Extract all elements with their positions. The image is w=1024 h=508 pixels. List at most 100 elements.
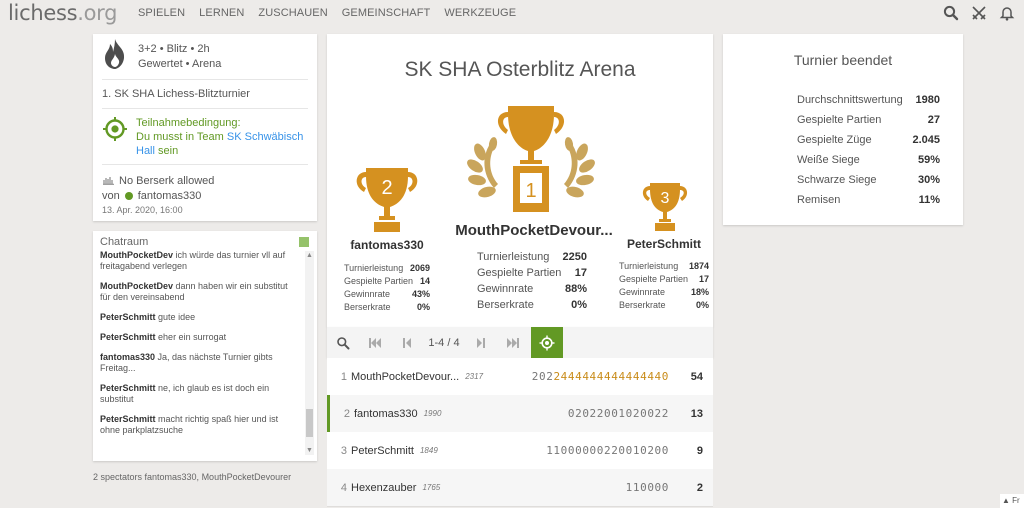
chat-user[interactable]: PeterSchmitt	[100, 414, 156, 424]
stat-row: Gewinnrate 18%	[619, 286, 709, 299]
podium-first-name[interactable]: MouthPocketDevour...	[445, 222, 623, 239]
stat-value: 0%	[416, 302, 430, 312]
first-page-button[interactable]	[359, 327, 391, 358]
scroll-up-icon[interactable]: ▲	[305, 251, 314, 260]
chat-user[interactable]: fantomas330	[100, 352, 155, 362]
chat-message: PeterSchmitt ne, ich glaub es ist doch e…	[100, 383, 300, 405]
row-rank: 2	[343, 407, 350, 420]
podium-third-name[interactable]: PeterSchmitt	[619, 237, 709, 251]
stat-row: Gespielte Partien 14	[344, 275, 430, 288]
chat-toggle[interactable]	[299, 237, 309, 247]
mode-line: Gewertet • Arena	[138, 57, 222, 70]
podium-box: SK SHA Osterblitz Arena 1 2 3 MouthPocke…	[327, 34, 713, 327]
condition-text: Teilnahmebedingung: Du musst in Team SK …	[136, 116, 308, 157]
language-button[interactable]: ▲ Fr	[1000, 494, 1024, 508]
ended-row: Remisen 11%	[797, 190, 940, 210]
chat-box: Chatraum MouthPocketDev ich würde das tu…	[93, 231, 317, 461]
nav-learn[interactable]: LERNEN	[199, 7, 244, 19]
row-sheet: 11000000220010200	[546, 444, 669, 457]
ended-value: 30%	[917, 174, 940, 186]
next-page-button[interactable]	[465, 327, 497, 358]
stat-row: Berserkrate 0%	[477, 297, 587, 313]
stat-row: Gewinnrate 88%	[477, 281, 587, 297]
stat-value: 0%	[695, 300, 709, 310]
chat-message: PeterSchmitt gute idee	[100, 312, 300, 323]
tournament-name: 1. SK SHA Lichess-Blitzturnier	[102, 80, 308, 109]
search-icon	[337, 336, 350, 349]
nav-play[interactable]: SPIELEN	[138, 7, 185, 19]
row-sheet: 110000	[626, 481, 669, 494]
chat-scrollbar[interactable]: ▲ ▼	[305, 251, 314, 455]
by-label: von	[102, 190, 120, 202]
stat-value: 88%	[564, 283, 587, 295]
row-rating: 1765	[422, 483, 441, 492]
scroll-down-icon[interactable]: ▼	[305, 446, 314, 455]
row-sheet: 02022001020022	[568, 407, 669, 420]
table-row[interactable]: 1 MouthPocketDevour... 2317 202244444444…	[327, 358, 713, 395]
ended-label: Schwarze Siege	[797, 174, 877, 186]
ended-label: Weiße Siege	[797, 154, 860, 166]
ended-value: 59%	[917, 154, 940, 166]
stat-row: Turnierleistung 1874	[619, 260, 709, 273]
bell-icon[interactable]	[998, 4, 1016, 22]
stat-value: 17	[698, 274, 709, 284]
scroll-thumb[interactable]	[306, 409, 313, 437]
stat-row: Turnierleistung 2069	[344, 262, 430, 275]
trophy-second-icon: 2	[350, 166, 424, 239]
podium-second-stats: Turnierleistung 2069 Gespielte Partien 14 …	[344, 262, 430, 314]
chat-user[interactable]: PeterSchmitt	[100, 332, 156, 342]
ended-title: Turnier beendet	[793, 52, 893, 68]
ended-stats: Durchschnittswertung 1980 Gespielte Parti…	[797, 90, 940, 210]
crossed-swords-icon[interactable]	[970, 4, 988, 22]
start-date: 13. Apr. 2020, 16:00	[102, 205, 183, 215]
site-logo[interactable]: lichess.org	[8, 1, 117, 25]
table-row[interactable]: 4 Hexenzauber 1765 110000 2	[327, 469, 713, 506]
podium-first-stats: Turnierleistung 2250 Gespielte Partien 17 …	[477, 249, 587, 313]
chat-text: gute idee	[158, 312, 196, 322]
row-player[interactable]: MouthPocketDevour...	[351, 371, 459, 383]
stat-label: Berserkrate	[619, 300, 666, 310]
chat-text: eher ein surrogat	[158, 332, 227, 342]
search-player-button[interactable]	[327, 327, 359, 358]
creator-link[interactable]: fantomas330	[138, 190, 202, 202]
nav-tools[interactable]: WERKZEUGE	[444, 7, 516, 19]
row-player[interactable]: fantomas330	[354, 408, 418, 420]
jump-to-me-button[interactable]	[531, 327, 563, 358]
chat-message: MouthPocketDev dann haben wir ein substi…	[100, 281, 300, 303]
ended-row: Gespielte Partien 27	[797, 110, 940, 130]
chat-message: fantomas330 Ja, das nächste Turnier gibt…	[100, 352, 300, 374]
chat-user[interactable]: MouthPocketDev	[100, 281, 173, 291]
row-total: 9	[696, 444, 703, 457]
row-sheet: 2022444444444444440	[532, 370, 669, 383]
nav-community[interactable]: GEMEINSCHAFT	[342, 7, 431, 19]
stat-row: Gespielte Partien 17	[477, 265, 587, 281]
podium-second-name[interactable]: fantomas330	[335, 238, 439, 252]
stat-value: 2069	[409, 263, 430, 273]
fire-small-icon	[102, 173, 115, 188]
chat-user[interactable]: PeterSchmitt	[100, 312, 156, 322]
ended-value: 27	[927, 114, 940, 126]
row-player[interactable]: PeterSchmitt	[351, 445, 414, 457]
chat-user[interactable]: MouthPocketDev	[100, 250, 173, 260]
ended-label: Gespielte Partien	[797, 114, 882, 126]
podium-title: SK SHA Osterblitz Arena	[404, 58, 636, 81]
tournament-info-box: 3+2 • Blitz • 2h Gewertet • Arena 1. SK …	[93, 34, 317, 221]
chat-user[interactable]: PeterSchmitt	[100, 383, 156, 393]
stat-value: 1874	[688, 261, 709, 271]
last-page-button[interactable]	[497, 327, 529, 358]
row-total: 2	[696, 481, 703, 494]
row-rating: 1990	[423, 409, 442, 418]
prev-page-button[interactable]	[391, 327, 423, 358]
table-row[interactable]: 3 PeterSchmitt 1849 11000000220010200 9	[327, 432, 713, 469]
ended-value: 11%	[918, 194, 940, 206]
ended-value: 1980	[915, 94, 940, 106]
nav-watch[interactable]: ZUSCHAUEN	[258, 7, 327, 19]
table-row[interactable]: 2 fantomas330 1990 02022001020022 13	[327, 395, 713, 432]
stat-label: Berserkrate	[344, 302, 391, 312]
stat-row: Gewinnrate 43%	[344, 288, 430, 301]
podium-third-stats: Turnierleistung 1874 Gespielte Partien 17 …	[619, 260, 709, 312]
stat-row: Berserkrate 0%	[619, 299, 709, 312]
search-icon[interactable]	[942, 4, 960, 22]
stat-label: Berserkrate	[477, 299, 534, 311]
row-player[interactable]: Hexenzauber	[351, 482, 416, 494]
